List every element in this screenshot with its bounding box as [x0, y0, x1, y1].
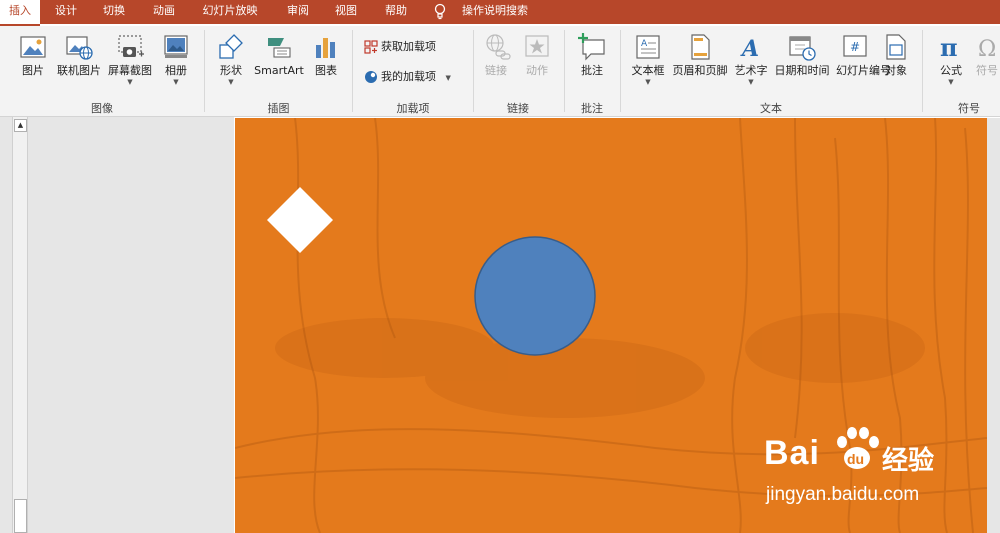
chevron-down-icon: ▼: [645, 78, 651, 86]
insert-picture-button[interactable]: 图片: [14, 32, 52, 77]
wordart-icon: A: [740, 36, 759, 62]
ribbon-tab-bar: 插入 设计 切换 动画 幻灯片放映 审阅 视图 帮助 操作说明搜索: [0, 0, 1000, 26]
textbox-icon: A: [636, 35, 660, 59]
smartart-icon: [268, 38, 291, 58]
shapes-button[interactable]: 形状 ▼: [213, 32, 249, 86]
chevron-down-icon: ▼: [228, 78, 234, 86]
add-comment-icon: [578, 33, 605, 61]
group-label-images: 图像: [91, 102, 113, 115]
tab-view[interactable]: 视图: [328, 0, 364, 24]
tell-me-search[interactable]: 操作说明搜索: [455, 0, 535, 24]
svg-text:A: A: [641, 39, 648, 49]
link-icon: [486, 34, 511, 60]
datetime-button[interactable]: 日期和时间: [772, 32, 832, 77]
action-star-icon: [525, 35, 549, 57]
svg-text:A: A: [740, 36, 759, 62]
baidu-jingyan-watermark: Bai du 经验 jingyan.baidu.com: [764, 424, 1000, 514]
group-label-symbols: 符号: [958, 102, 980, 115]
svg-text:π: π: [940, 33, 958, 62]
group-label-comments: 批注: [581, 102, 603, 115]
screenshot-icon: [118, 35, 144, 57]
header-footer-icon: [691, 34, 710, 60]
equation-button[interactable]: π 公式 ▼: [932, 32, 970, 86]
svg-text:Ω: Ω: [978, 37, 996, 62]
tab-animations[interactable]: 动画: [146, 0, 182, 24]
chevron-down-icon: ▼: [748, 78, 754, 86]
get-addins-button[interactable]: 获取加载项: [364, 37, 436, 57]
group-label-illustrations: 插图: [267, 102, 290, 115]
tab-insert[interactable]: 插入: [0, 0, 40, 26]
watermark-cn: 经验: [882, 446, 935, 476]
online-picture-icon: [66, 36, 93, 60]
photo-album-icon: [164, 35, 188, 58]
wordart-button[interactable]: A 艺术字 ▼: [733, 32, 769, 86]
tab-design[interactable]: 设计: [48, 0, 84, 24]
my-addins-button[interactable]: 我的加载项 ▼: [364, 67, 451, 87]
chevron-down-icon: ▼: [127, 78, 133, 86]
shapes-icon: [219, 34, 243, 59]
watermark-brand: Bai: [764, 434, 820, 472]
photo-album-button[interactable]: 相册 ▼: [158, 32, 194, 86]
smartart-button[interactable]: SmartArt: [252, 32, 306, 77]
lightbulb-icon: [434, 3, 446, 20]
tab-transitions[interactable]: 切换: [96, 0, 132, 24]
store-icon: [364, 40, 378, 54]
calendar-clock-icon: [789, 36, 816, 61]
ribbon-insert: 图片 联机图片 屏幕截图 ▼ 相册 ▼ 图像 形状 ▼ SmartArt 图表 …: [0, 26, 1000, 117]
svg-text:du: du: [847, 451, 864, 467]
my-addins-icon: [365, 71, 377, 83]
chart-button[interactable]: 图表: [310, 32, 342, 77]
group-label-text: 文本: [760, 102, 782, 115]
chart-icon: [316, 38, 335, 58]
diamond-shape[interactable]: [267, 187, 333, 253]
picture-icon: [20, 36, 46, 58]
scrollbar-thumb[interactable]: [14, 499, 27, 533]
header-footer-button[interactable]: 页眉和页脚: [670, 32, 730, 77]
omega-icon: Ω: [978, 37, 996, 62]
tab-review[interactable]: 审阅: [280, 0, 316, 24]
textbox-button[interactable]: A 文本框 ▼: [628, 32, 668, 86]
tab-help[interactable]: 帮助: [378, 0, 414, 24]
chevron-down-icon: ▼: [445, 74, 451, 82]
slide-number-icon: #: [843, 35, 867, 57]
screenshot-button[interactable]: 屏幕截图 ▼: [106, 32, 154, 86]
group-label-addins: 加载项: [396, 102, 430, 115]
scroll-up-button[interactable]: ▲: [14, 119, 27, 132]
tab-slideshow[interactable]: 幻灯片放映: [196, 0, 264, 24]
thumbnail-pane: [0, 117, 234, 533]
group-label-links: 链接: [507, 102, 529, 115]
link-button[interactable]: 链接: [479, 32, 513, 78]
comment-button[interactable]: 批注: [574, 32, 610, 77]
symbol-button[interactable]: Ω 符号: [974, 32, 1000, 77]
svg-text:#: #: [850, 40, 860, 54]
circle-shape[interactable]: [473, 235, 597, 357]
thumbnail-scrollbar[interactable]: ▲: [12, 117, 28, 533]
object-button[interactable]: 对象: [879, 32, 913, 77]
action-button[interactable]: 动作: [520, 32, 554, 77]
chevron-down-icon: ▼: [948, 78, 954, 86]
object-icon: [886, 34, 906, 60]
chevron-down-icon: ▼: [173, 78, 179, 86]
watermark-url: jingyan.baidu.com: [766, 484, 920, 505]
pi-icon: π: [940, 33, 958, 62]
paw-logo-icon: du: [837, 427, 879, 469]
insert-online-picture-button[interactable]: 联机图片: [56, 32, 102, 77]
slide-number-button[interactable]: # 幻灯片编号: [836, 32, 891, 77]
